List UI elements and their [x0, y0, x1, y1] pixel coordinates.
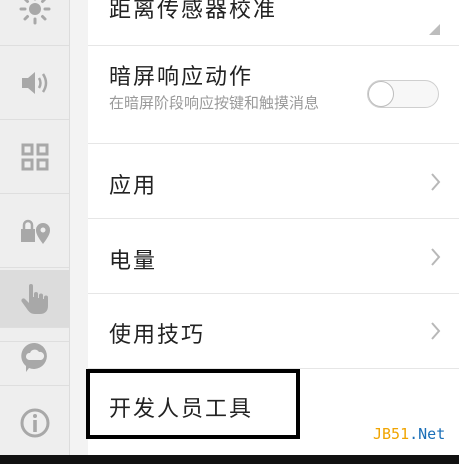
row-screen-off-action[interactable]: 暗屏响应动作 在暗屏阶段响应按键和触摸消息	[88, 46, 459, 144]
sidebar-item-security[interactable]	[0, 194, 69, 268]
cloud-chat-icon	[20, 342, 47, 372]
row-screen-off-subtitle: 在暗屏阶段响应按键和触摸消息	[109, 94, 320, 112]
category-sidebar	[0, 0, 70, 464]
row-proximity-title: 距离传感器校准	[109, 0, 278, 23]
watermark-part2: .Net	[409, 425, 446, 443]
chevron-right-icon	[431, 248, 441, 266]
toggle-knob	[368, 81, 394, 107]
row-battery-title: 电量	[109, 249, 158, 274]
bottom-bar	[0, 455, 459, 464]
location-privacy-icon	[20, 219, 50, 244]
gesture-hand-icon	[20, 283, 48, 314]
info-icon	[20, 408, 49, 437]
row-proximity-calibration[interactable]: 距离传感器校准	[88, 0, 459, 46]
row-apps[interactable]: 应用	[88, 144, 459, 219]
sidebar-item-sound[interactable]	[0, 46, 69, 120]
row-apps-title: 应用	[109, 174, 158, 199]
dropdown-corner-icon	[429, 24, 440, 35]
sidebar-item-display[interactable]	[0, 0, 69, 46]
row-screen-off-title: 暗屏响应动作	[109, 65, 254, 90]
brightness-icon	[19, 0, 50, 24]
sidebar-item-gesture[interactable]	[0, 270, 69, 328]
row-tips[interactable]: 使用技巧	[88, 294, 459, 369]
chevron-right-icon	[431, 173, 441, 191]
watermark-part1: JB51	[373, 425, 410, 443]
watermark: JB51.Net	[373, 425, 445, 443]
screen-off-toggle[interactable]	[367, 80, 439, 108]
volume-icon	[21, 71, 47, 94]
chevron-right-icon	[431, 322, 441, 340]
sidebar-item-cloud[interactable]	[0, 328, 69, 386]
grid-icon	[21, 143, 48, 170]
row-battery[interactable]: 电量	[88, 219, 459, 294]
row-tips-title: 使用技巧	[109, 323, 206, 348]
sidebar-item-apps[interactable]	[0, 120, 69, 194]
highlight-box	[86, 369, 300, 439]
sidebar-item-about[interactable]	[0, 386, 69, 460]
